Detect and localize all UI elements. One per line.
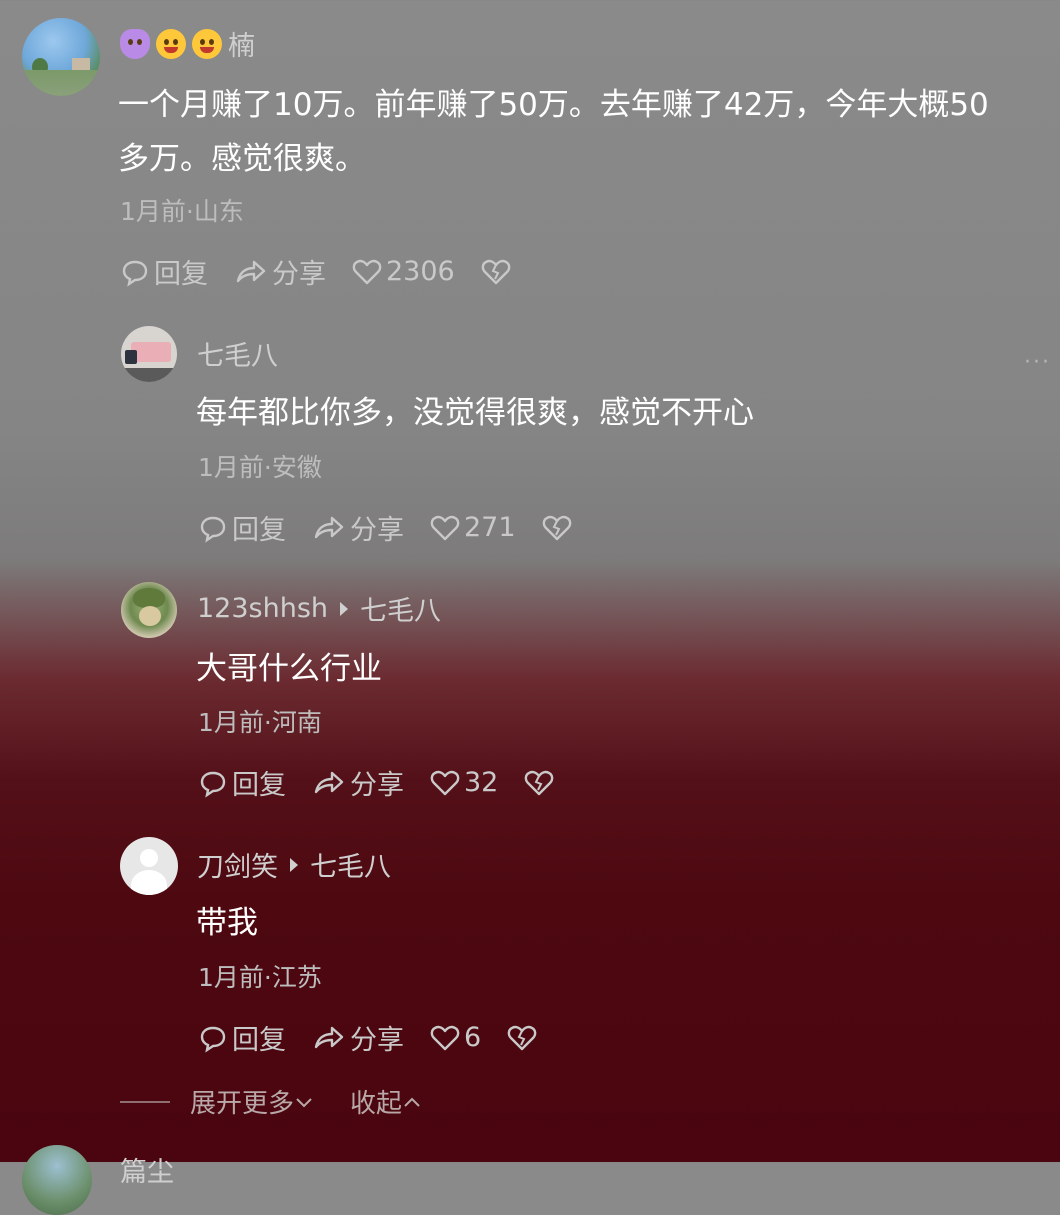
share-button[interactable]: 分享 [312, 508, 404, 547]
like-button[interactable]: 32 [430, 767, 498, 798]
share-label: 分享 [350, 1025, 404, 1056]
reply-2-text: 大哥什么行业 [196, 651, 382, 687]
like-count: 6 [464, 1022, 482, 1053]
reply-icon [122, 260, 148, 287]
reply-1-actions: 回复 分享 271 [198, 508, 602, 547]
default-avatar-body [131, 870, 167, 895]
reply-2-actions: 回复 分享 32 [198, 763, 584, 802]
main-comment-meta: 1月前·山东 [120, 197, 244, 226]
share-icon [314, 516, 344, 538]
reply-3-reply-to[interactable]: 七毛八 [310, 845, 391, 884]
reply-button[interactable]: 回复 [198, 763, 286, 802]
share-icon [314, 1026, 344, 1048]
share-button[interactable]: 分享 [234, 252, 326, 291]
share-button[interactable]: 分享 [312, 1018, 404, 1057]
main-comment-text: 一个月赚了10万。前年赚了50万。去年赚了42万，今年大概50 多万。感觉很爽。 [118, 78, 1058, 186]
avatar-reply-1[interactable] [121, 326, 177, 382]
like-button[interactable]: 2306 [352, 256, 455, 287]
avatar-reply-3[interactable] [120, 837, 178, 895]
reply-3-meta: 1月前·江苏 [198, 963, 322, 992]
reply-3-username[interactable]: 刀剑笑 [197, 845, 278, 884]
share-icon [314, 771, 344, 793]
more-options-icon[interactable]: ··· [1024, 350, 1051, 375]
like-button[interactable]: 271 [430, 512, 516, 543]
reply-2-reply-to[interactable]: 七毛八 [360, 589, 441, 628]
reply-icon [200, 771, 226, 798]
avatar-truck [131, 342, 171, 362]
heart-icon [352, 259, 382, 284]
broken-heart-icon [525, 770, 554, 795]
reply-3-text: 带我 [196, 905, 258, 941]
main-comment-line2: 多万。感觉很爽。 [118, 141, 366, 177]
dislike-button[interactable] [542, 514, 576, 542]
reply-to-arrow-icon [340, 601, 349, 616]
heart-icon [430, 515, 460, 540]
avatar-ground [22, 70, 100, 96]
broken-heart-icon [542, 515, 571, 540]
reply-2-username[interactable]: 123shhsh [197, 593, 328, 624]
expand-more-label: 展开更多 [190, 1089, 295, 1119]
avatar-face [139, 606, 161, 626]
like-count: 271 [464, 512, 516, 543]
share-icon [236, 260, 266, 282]
broken-heart-icon [481, 259, 511, 284]
laughing-tongue-emoji-icon [192, 28, 222, 59]
expand-more-button[interactable]: 展开更多 [190, 1083, 314, 1120]
like-count: 32 [464, 767, 499, 798]
default-avatar-head [140, 849, 158, 867]
reply-label: 回复 [232, 1025, 286, 1056]
avatar-hat [133, 588, 165, 608]
reply-2-meta: 1月前·河南 [198, 708, 322, 737]
avatar-reply-2[interactable] [121, 582, 177, 638]
reply-label: 回复 [232, 770, 286, 801]
dislike-button[interactable] [524, 769, 558, 797]
share-label: 分享 [350, 515, 404, 546]
reply-1-username[interactable]: 七毛八 [197, 334, 278, 373]
reply-label: 回复 [232, 515, 286, 546]
collapse-label: 收起 [350, 1089, 403, 1119]
avatar-next-commenter[interactable] [22, 1145, 92, 1215]
reply-to-arrow-icon [290, 857, 298, 872]
like-count: 2306 [386, 256, 455, 287]
reply-3-header: 刀剑笑 七毛八 [197, 845, 391, 884]
broken-heart-icon [507, 1025, 537, 1050]
reply-label: 回复 [154, 259, 208, 290]
reply-button[interactable]: 回复 [198, 1018, 286, 1057]
chevron-up-icon [404, 1097, 420, 1107]
reply-3-actions: 回复 分享 6 [198, 1018, 567, 1057]
heart-icon [430, 770, 460, 795]
main-username-row[interactable]: 楠 [120, 24, 255, 63]
heart-icon [430, 1025, 460, 1050]
next-comment-username[interactable]: 篇尘 [120, 1150, 174, 1189]
winking-tongue-emoji-icon [156, 28, 186, 59]
like-button[interactable]: 6 [430, 1022, 481, 1053]
share-label: 分享 [272, 259, 326, 290]
reply-icon [200, 516, 226, 543]
dislike-button[interactable] [481, 258, 515, 286]
devil-emoji-icon [120, 28, 150, 59]
main-username: 楠 [228, 31, 255, 62]
reply-1-meta: 1月前·安徽 [198, 453, 322, 482]
reply-button[interactable]: 回复 [198, 508, 286, 547]
main-comment-actions: 回复 分享 2306 [120, 252, 541, 291]
share-button[interactable]: 分享 [312, 763, 404, 802]
reply-button[interactable]: 回复 [120, 252, 208, 291]
reply-2-header: 123shhsh 七毛八 [197, 589, 441, 628]
chevron-down-icon [296, 1097, 312, 1107]
expand-collapse-row: 展开更多 收起 [120, 1083, 422, 1120]
avatar-truck-cab [125, 350, 137, 364]
divider [120, 1100, 170, 1103]
avatar-road [121, 368, 177, 382]
collapse-button[interactable]: 收起 [350, 1083, 422, 1120]
reply-icon [200, 1026, 226, 1053]
share-label: 分享 [350, 770, 404, 801]
dislike-button[interactable] [507, 1024, 541, 1052]
reply-1-text: 每年都比你多，没觉得很爽，感觉不开心 [196, 395, 754, 431]
avatar-main-commenter[interactable] [22, 18, 100, 96]
main-comment-line1: 一个月赚了10万。前年赚了50万。去年赚了42万，今年大概50 [118, 87, 989, 123]
